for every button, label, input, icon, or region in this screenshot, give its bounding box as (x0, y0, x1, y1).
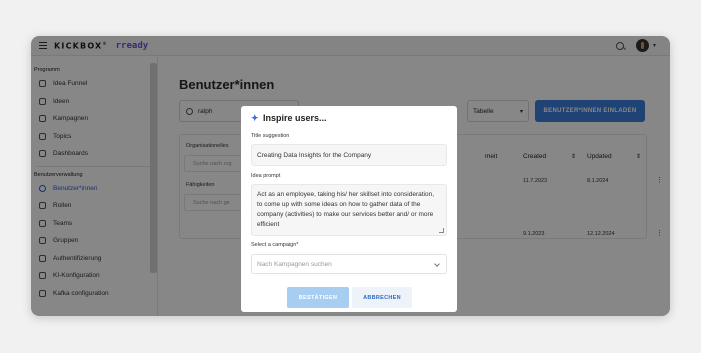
sparkle-icon: ✦ (251, 112, 259, 123)
confirm-button[interactable]: BESTÄTIGEN (287, 287, 349, 308)
idea-prompt-label: Idea prompt (251, 173, 281, 179)
idea-prompt-field[interactable]: Act as an employee, taking his/ her skil… (251, 184, 447, 236)
chevron-down-icon (434, 261, 440, 267)
campaign-select[interactable]: Nach Kampagnen suchen (251, 254, 447, 274)
inspire-users-dialog: ✦ Inspire users... Title suggestion Crea… (241, 106, 457, 312)
resize-handle[interactable] (439, 228, 444, 233)
title-suggestion-field[interactable]: Creating Data Insights for the Company (251, 144, 447, 166)
title-suggestion-label: Title suggestion (251, 133, 290, 139)
dialog-title: ✦ Inspire users... (251, 112, 327, 123)
campaign-label: Select a campaign* (251, 242, 299, 248)
cancel-button[interactable]: ABBRECHEN (352, 287, 412, 308)
